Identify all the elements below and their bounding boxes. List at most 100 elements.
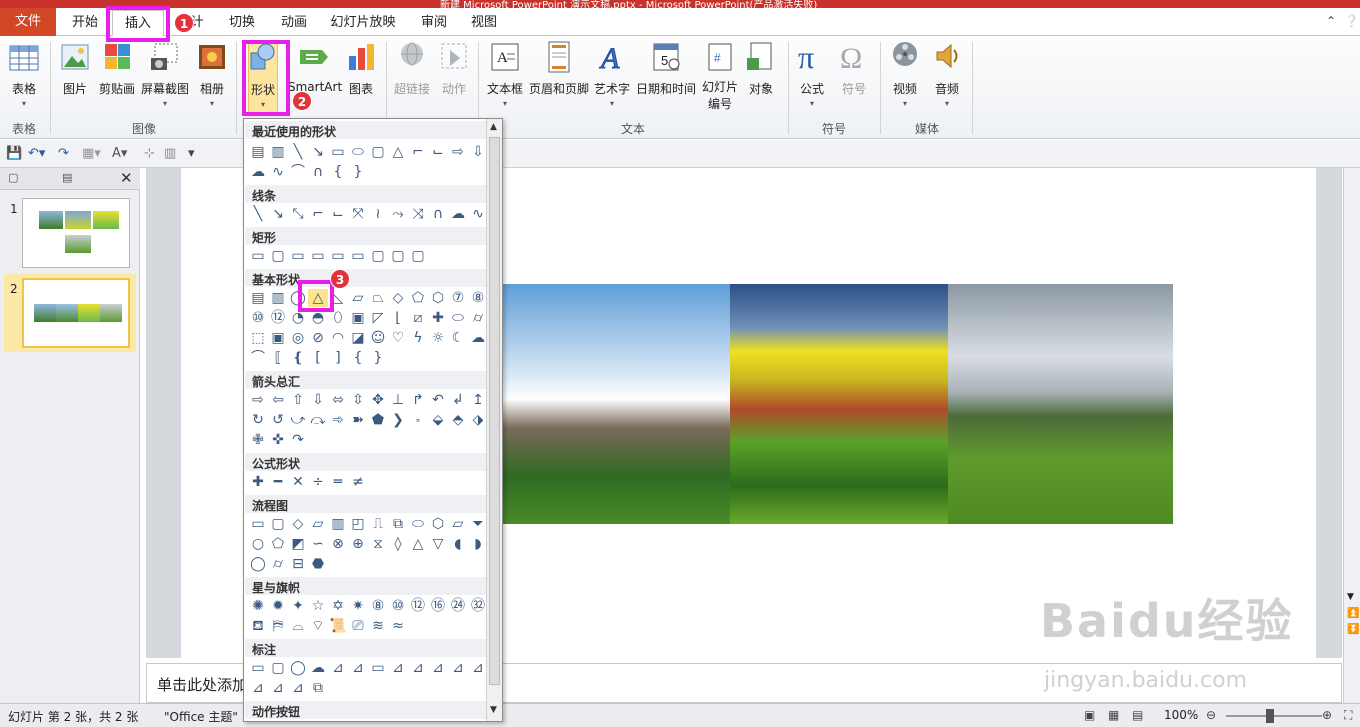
connector-icon[interactable]: ○ [248, 535, 268, 553]
oval-shape-icon[interactable]: ⬭ [348, 143, 368, 161]
up-ribbon-icon[interactable]: ⛾ [248, 617, 268, 635]
rounded-rect-icon[interactable]: ▢ [268, 247, 288, 265]
parallelogram-icon[interactable]: ▱ [348, 289, 368, 307]
curved-down-ribbon-icon[interactable]: ⌔ [308, 617, 328, 635]
summing-junction-icon[interactable]: ⊗ [328, 535, 348, 553]
line-callout-border-2-icon[interactable]: ⊿ [268, 679, 288, 697]
sequential-access-icon[interactable]: ◯ [248, 555, 268, 573]
smiley-face-icon[interactable]: ☺ [368, 329, 388, 347]
horizontal-scroll-icon[interactable]: ⎚ [348, 617, 368, 635]
tab-slideshow[interactable]: 幻灯片放映 [326, 10, 400, 36]
audio-button[interactable]: 音频 ▾ [930, 40, 964, 108]
tab-view[interactable]: 视图 [464, 10, 504, 36]
delay-icon[interactable]: ◗ [468, 535, 488, 553]
rectangle-shape-icon[interactable]: ▭ [328, 143, 348, 161]
chevron-icon[interactable]: ❯ [388, 411, 408, 429]
redo-icon[interactable]: ↷ [58, 146, 69, 161]
cloud-icon[interactable]: ☁ [468, 329, 488, 347]
star-8-icon[interactable]: ⑧ [368, 597, 388, 615]
wordart-button[interactable]: A 艺术字 ▾ [592, 40, 632, 109]
left-right-arrow-callout-icon[interactable]: ✙ [248, 431, 268, 449]
scroll-up-icon[interactable]: ▲ [490, 122, 497, 132]
cube-icon[interactable]: ⬚ [248, 329, 268, 347]
line-callout-1-icon[interactable]: ⊿ [328, 659, 348, 677]
arrow-line-shape-icon[interactable]: ↘ [308, 143, 328, 161]
down-arrow-icon[interactable]: ⇩ [308, 391, 328, 409]
right-arrow-shape-icon[interactable]: ⇨ [448, 143, 468, 161]
scroll-down-icon[interactable]: ▼ [1347, 592, 1354, 602]
customize-qat-icon[interactable]: ▾ [188, 146, 195, 161]
stored-data-icon[interactable]: ◖ [448, 535, 468, 553]
elbow-icon[interactable]: ⌐ [308, 205, 328, 223]
direct-access-icon[interactable]: ⊟ [288, 555, 308, 573]
pentagon-icon[interactable]: ⬠ [408, 289, 428, 307]
or-icon[interactable]: ⊕ [348, 535, 368, 553]
photo-house-garden[interactable] [468, 284, 730, 524]
normal-view-icon[interactable]: ▣ [1084, 708, 1095, 722]
snip-same-rect-icon[interactable]: ▭ [308, 247, 328, 265]
arc-shape-icon[interactable]: ⌒ [288, 163, 308, 181]
decision-icon[interactable]: ◇ [288, 515, 308, 533]
cloud-callout-icon[interactable]: ☁ [308, 659, 328, 677]
up-down-arrow-icon[interactable]: ⇳ [348, 391, 368, 409]
star-4-icon[interactable]: ✦ [288, 597, 308, 615]
symbol-button[interactable]: Ω 符号 [838, 40, 870, 97]
action-button[interactable]: 动作 [436, 40, 472, 97]
line-callout-accent-4-icon[interactable]: ⊿ [468, 659, 488, 677]
double-wave-icon[interactable]: ≈ [388, 617, 408, 635]
elbow-connector-icon[interactable]: ⌐ [408, 143, 428, 161]
tab-animations[interactable]: 动画 [272, 10, 316, 36]
left-up-arrow-icon[interactable]: ↲ [448, 391, 468, 409]
bent-arrow-icon[interactable]: ↱ [408, 391, 428, 409]
plaque-icon[interactable]: ⬭ [448, 309, 468, 327]
l-shape-icon[interactable]: ⌊ [388, 309, 408, 327]
process-icon[interactable]: ▭ [248, 515, 268, 533]
header-footer-button[interactable]: 页眉和页脚 [528, 40, 590, 97]
object-button[interactable]: 对象 [744, 40, 778, 97]
hexagon-icon[interactable]: ⬡ [428, 289, 448, 307]
curved-double-arrow-icon[interactable]: ⤨ [408, 205, 428, 223]
minus-icon[interactable]: ━ [268, 473, 288, 491]
magnetic-disk-icon[interactable]: ⌭ [268, 555, 288, 573]
fit-slide-icon[interactable]: ⛶ [1344, 708, 1352, 723]
tab-transitions[interactable]: 切换 [220, 10, 264, 36]
rect-icon[interactable]: ▭ [248, 247, 268, 265]
rounded-rect-callout-icon[interactable]: ▢ [268, 659, 288, 677]
line-shape-icon[interactable]: ╲ [288, 143, 308, 161]
collapse-ribbon-icon[interactable]: ⌃ [1326, 14, 1336, 28]
curve-line-icon[interactable]: ∩ [428, 205, 448, 223]
theme-name[interactable]: "Office 主题" [164, 708, 238, 725]
double-arrow-icon[interactable]: ⤡ [288, 205, 308, 223]
zoom-slider-track[interactable] [1226, 715, 1322, 717]
left-bracket-icon[interactable]: [ [308, 349, 328, 367]
vertical-textbox-shape-icon[interactable]: ▥ [268, 143, 288, 161]
double-bracket-icon[interactable]: ⟦ [268, 349, 288, 367]
curved-right-arrow-icon[interactable]: ↻ [248, 411, 268, 429]
date-time-button[interactable]: 5 日期和时间 [634, 40, 698, 97]
line-callout-4-icon[interactable]: ⊿ [388, 659, 408, 677]
distribute-icon[interactable]: ▥ [164, 146, 176, 161]
cross-icon[interactable]: ✚ [428, 309, 448, 327]
right-arrow-callout-icon[interactable]: ⬞ [408, 411, 428, 429]
elbow-arrow-line-icon[interactable]: ⌙ [328, 205, 348, 223]
line-callout-3-icon[interactable]: ▭ [368, 659, 388, 677]
round-diag-rect-icon[interactable]: ▢ [408, 247, 428, 265]
trapezoid-icon[interactable]: ⏢ [368, 289, 388, 307]
arrow-icon[interactable]: ↘ [268, 205, 288, 223]
vertical-scrollbar[interactable]: ▼ ⏫ ⏬ [1343, 168, 1360, 703]
bent-up-arrow-icon[interactable]: ↥ [468, 391, 488, 409]
rounded-rect-shape-icon[interactable]: ▢ [368, 143, 388, 161]
line-callout-border-1-icon[interactable]: ⊿ [248, 679, 268, 697]
extract-icon[interactable]: △ [408, 535, 428, 553]
notched-right-arrow-icon[interactable]: ➽ [348, 411, 368, 429]
donut-icon[interactable]: ◎ [288, 329, 308, 347]
undo-icon[interactable]: ↶▾ [28, 146, 45, 161]
hyperlink-button[interactable]: 超链接 [392, 40, 432, 97]
up-arrow-callout-icon[interactable]: ⬗ [468, 411, 488, 429]
pentagon-arrow-icon[interactable]: ⬟ [368, 411, 388, 429]
elbow-double-arrow-icon[interactable]: ⤧ [348, 205, 368, 223]
smartart-button[interactable]: SmartArt [288, 40, 342, 94]
photo-village-fields[interactable] [730, 284, 948, 524]
vertical-scroll-icon[interactable]: 📜 [328, 617, 348, 635]
rect-callout-icon[interactable]: ▭ [248, 659, 268, 677]
